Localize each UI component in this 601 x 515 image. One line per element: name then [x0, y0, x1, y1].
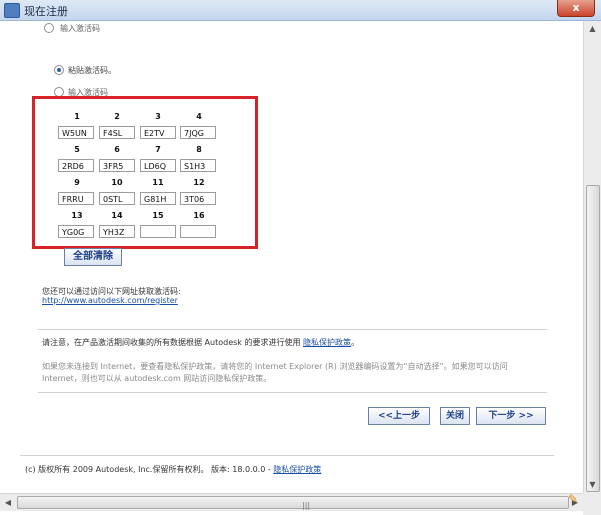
horizontal-scrollbar[interactable]: ◀ ||| ▶: [0, 493, 583, 511]
radio-paste-code[interactable]: [54, 65, 64, 75]
app-icon: [4, 3, 20, 18]
code-segment-8[interactable]: S1H3: [180, 159, 216, 172]
title-bar: 现在注册 x: [0, 0, 601, 21]
close-dialog-button[interactable]: 关闭: [440, 407, 470, 425]
scroll-up-icon[interactable]: ▲: [584, 21, 601, 37]
segment-number-14: 14: [111, 211, 123, 220]
clear-all-button[interactable]: 全部清除: [64, 248, 122, 266]
segment-number-2: 2: [114, 112, 120, 121]
segment-number-11: 11: [152, 178, 164, 187]
offline-notice-line1: 如果您未连接到 Internet，要查看隐私保护政策，请将您的 Internet…: [42, 362, 508, 371]
code-segment-1[interactable]: W5UN: [58, 126, 94, 139]
segment-number-12: 12: [193, 178, 205, 187]
vertical-scrollbar[interactable]: ▲ ▼: [583, 21, 601, 493]
privacy-notice-text: 请注意，在产品激活期间收集的所有数据根据 Autodesk 的要求进行使用: [42, 338, 301, 347]
privacy-policy-link[interactable]: 隐私保护政策: [303, 338, 351, 347]
code-segment-9[interactable]: FRRU: [58, 192, 94, 205]
code-segment-11[interactable]: G81H: [140, 192, 176, 205]
code-segment-3[interactable]: E2TV: [140, 126, 176, 139]
code-segment-5[interactable]: 2RD6: [58, 159, 94, 172]
radio-paste-code-label: 粘贴激活码。: [68, 66, 116, 75]
register-url-link[interactable]: http://www.autodesk.com/register: [42, 296, 178, 305]
code-segment-16[interactable]: [180, 225, 216, 238]
radio-enter-code-top-label: 输入激活码: [60, 24, 100, 33]
divider: [38, 329, 547, 330]
divider: [38, 392, 547, 393]
divider: [20, 455, 554, 456]
segment-number-9: 9: [74, 178, 80, 187]
registration-content: 输入激活码 粘贴激活码。 输入激活码 1 2 3 4 W5UN F4SL E2T…: [0, 21, 583, 493]
segment-number-16: 16: [193, 211, 205, 220]
radio-enter-code-top[interactable]: [44, 23, 54, 33]
footer: (c) 版权所有 2009 Autodesk, Inc.保留所有权利。 版本: …: [25, 464, 321, 475]
code-segment-14[interactable]: YH3Z: [99, 225, 135, 238]
code-segment-13[interactable]: YG0G: [58, 225, 94, 238]
offline-notice-line2: Internet，则也可以从 autodesk.com 网站访问隐私保护政策。: [42, 374, 272, 383]
code-segment-15[interactable]: [140, 225, 176, 238]
code-segment-4[interactable]: 7JQG: [180, 126, 216, 139]
window-title: 现在注册: [24, 5, 68, 18]
segment-number-5: 5: [74, 145, 80, 154]
vertical-scroll-thumb[interactable]: [586, 185, 600, 492]
segment-number-13: 13: [71, 211, 83, 220]
code-segment-10[interactable]: 0STL: [99, 192, 135, 205]
segment-number-7: 7: [155, 145, 161, 154]
cursor-icon: ✎: [568, 492, 579, 506]
scroll-left-icon[interactable]: ◀: [0, 494, 16, 511]
segment-number-15: 15: [152, 211, 164, 220]
close-button[interactable]: x: [557, 0, 595, 17]
code-segment-12[interactable]: 3T06: [180, 192, 216, 205]
back-button[interactable]: <<上一步: [368, 407, 430, 425]
copyright-text: (c) 版权所有 2009 Autodesk, Inc.保留所有权利。 版本: …: [25, 465, 271, 474]
segment-number-4: 4: [196, 112, 202, 121]
segment-number-1: 1: [74, 112, 80, 121]
code-segment-2[interactable]: F4SL: [99, 126, 135, 139]
horizontal-scroll-thumb[interactable]: |||: [17, 496, 569, 510]
code-segment-7[interactable]: LD6Q: [140, 159, 176, 172]
segment-number-3: 3: [155, 112, 161, 121]
segment-number-10: 10: [111, 178, 123, 187]
segment-number-6: 6: [114, 145, 120, 154]
code-segment-6[interactable]: 3FR5: [99, 159, 135, 172]
segment-number-8: 8: [196, 145, 202, 154]
privacy-notice: 请注意，在产品激活期间收集的所有数据根据 Autodesk 的要求进行使用 隐私…: [42, 337, 359, 348]
scroll-grip-icon: |||: [302, 501, 311, 510]
scroll-down-icon[interactable]: ▼: [584, 477, 601, 493]
next-button[interactable]: 下一步 >>: [476, 407, 546, 425]
privacy-notice-suffix: 。: [351, 338, 360, 347]
resize-corner[interactable]: [583, 493, 601, 515]
footer-privacy-link[interactable]: 隐私保护政策: [273, 465, 321, 474]
